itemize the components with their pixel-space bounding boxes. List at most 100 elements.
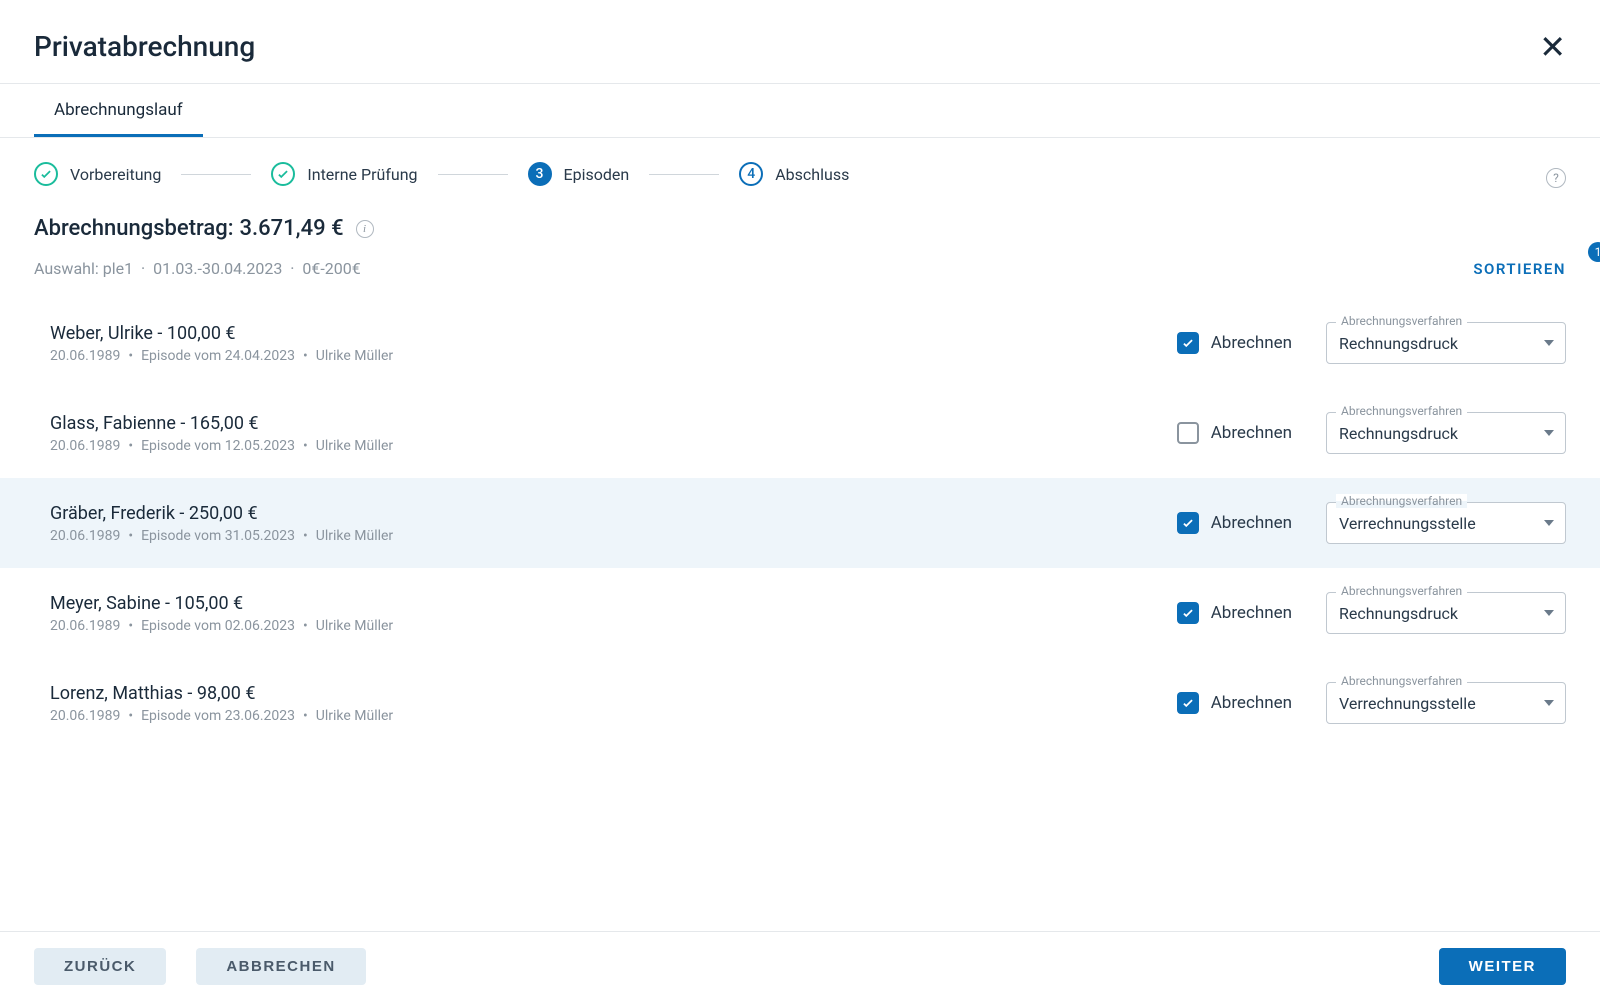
episode-birth: 20.06.1989 [50, 438, 120, 454]
back-button[interactable]: ZURÜCK [34, 948, 166, 985]
episode-row[interactable]: Meyer, Sabine - 105,00 € 20.06.1989 • Ep… [0, 568, 1600, 658]
episode-date: Episode vom 31.05.2023 [141, 528, 295, 544]
episode-date: Episode vom 12.05.2023 [141, 438, 295, 454]
check-circle-icon [34, 162, 58, 186]
episode-subtitle: 20.06.1989 • Episode vom 24.04.2023 • Ul… [50, 348, 1177, 364]
episode-birth: 20.06.1989 [50, 348, 120, 364]
chevron-down-icon [1544, 520, 1554, 526]
billing-method-select[interactable]: Abrechnungsverfahren Rechnungsdruck [1326, 322, 1566, 364]
select-floating-label: Abrechnungsverfahren [1336, 584, 1467, 598]
episode-title: Glass, Fabienne - 165,00 € [50, 413, 1177, 434]
select-floating-label: Abrechnungsverfahren [1336, 404, 1467, 418]
episode-info: Lorenz, Matthias - 98,00 € 20.06.1989 • … [50, 683, 1177, 724]
step-abschluss[interactable]: 4 Abschluss [739, 162, 849, 186]
abrechnen-checkbox-wrap: Abrechnen [1177, 692, 1292, 714]
filter-period: 01.03.-30.04.2023 [153, 259, 282, 278]
close-icon[interactable]: ✕ [1539, 31, 1566, 63]
episode-title: Gräber, Frederik - 250,00 € [50, 503, 1177, 524]
step-episoden[interactable]: 3 Episoden [528, 162, 630, 186]
step-connector [649, 174, 719, 175]
episode-row[interactable]: Weber, Ulrike - 100,00 € 20.06.1989 • Ep… [0, 298, 1600, 388]
chevron-down-icon [1544, 700, 1554, 706]
filter-summary: Auswahl: ple1 · 01.03.-30.04.2023 · 0€-2… [34, 259, 361, 278]
episode-staff: Ulrike Müller [316, 708, 393, 724]
billing-method-select[interactable]: Abrechnungsverfahren Rechnungsdruck [1326, 592, 1566, 634]
info-icon[interactable]: i [356, 220, 374, 238]
episode-controls: Abrechnen Abrechnungsverfahren Verrechnu… [1177, 682, 1566, 724]
billing-method-select[interactable]: Abrechnungsverfahren Verrechnungsstelle [1326, 502, 1566, 544]
checkbox-label: Abrechnen [1211, 603, 1292, 623]
select-value: Verrechnungsstelle [1326, 682, 1566, 724]
episode-birth: 20.06.1989 [50, 618, 120, 634]
episode-subtitle: 20.06.1989 • Episode vom 23.06.2023 • Ul… [50, 708, 1177, 724]
select-value: Rechnungsdruck [1326, 412, 1566, 454]
amount-value: 3.671,49 € [240, 216, 344, 241]
chevron-down-icon [1544, 430, 1554, 436]
checkbox-label: Abrechnen [1211, 333, 1292, 353]
abrechnen-checkbox-wrap: Abrechnen [1177, 422, 1292, 444]
chevron-down-icon [1544, 610, 1554, 616]
abrechnen-checkbox-wrap: Abrechnen [1177, 332, 1292, 354]
episode-date: Episode vom 24.04.2023 [141, 348, 295, 364]
episode-title: Meyer, Sabine - 105,00 € [50, 593, 1177, 614]
select-value: Rechnungsdruck [1326, 592, 1566, 634]
episode-row[interactable]: Gräber, Frederik - 250,00 € 20.06.1989 •… [0, 478, 1600, 568]
step-vorbereitung[interactable]: Vorbereitung [34, 162, 161, 186]
episode-staff: Ulrike Müller [316, 618, 393, 634]
checkbox-label: Abrechnen [1211, 423, 1292, 443]
episode-subtitle: 20.06.1989 • Episode vom 02.06.2023 • Ul… [50, 618, 1177, 634]
step-number-icon: 4 [739, 162, 763, 186]
episode-date: Episode vom 23.06.2023 [141, 708, 295, 724]
step-label: Abschluss [775, 165, 849, 184]
step-number-icon: 3 [528, 162, 552, 186]
episode-row[interactable]: Glass, Fabienne - 165,00 € 20.06.1989 • … [0, 388, 1600, 478]
episode-row[interactable]: Lorenz, Matthias - 98,00 € 20.06.1989 • … [0, 658, 1600, 748]
stepper: Vorbereitung Interne Prüfung 3 Episoden … [0, 138, 1600, 188]
episode-info: Glass, Fabienne - 165,00 € 20.06.1989 • … [50, 413, 1177, 454]
checkbox-label: Abrechnen [1211, 693, 1292, 713]
abrechnen-checkbox[interactable] [1177, 422, 1199, 444]
next-button[interactable]: WEITER [1439, 948, 1566, 985]
step-connector [181, 174, 251, 175]
episode-birth: 20.06.1989 [50, 708, 120, 724]
billing-method-select[interactable]: Abrechnungsverfahren Rechnungsdruck [1326, 412, 1566, 454]
summary-section: Abrechnungsbetrag: 3.671,49 € i Auswahl:… [0, 188, 1600, 278]
episode-subtitle: 20.06.1989 • Episode vom 12.05.2023 • Ul… [50, 438, 1177, 454]
tab-abrechnungslauf[interactable]: Abrechnungslauf [34, 84, 203, 137]
select-floating-label: Abrechnungsverfahren [1336, 674, 1467, 688]
episode-list: Weber, Ulrike - 100,00 € 20.06.1989 • Ep… [0, 298, 1600, 748]
filter-prefix: Auswahl: [34, 259, 99, 278]
checkbox-label: Abrechnen [1211, 513, 1292, 533]
abrechnen-checkbox[interactable] [1177, 512, 1199, 534]
episode-staff: Ulrike Müller [316, 438, 393, 454]
cancel-button[interactable]: ABBRECHEN [196, 948, 365, 985]
episode-subtitle: 20.06.1989 • Episode vom 31.05.2023 • Ul… [50, 528, 1177, 544]
step-label: Vorbereitung [70, 165, 161, 184]
abrechnen-checkbox[interactable] [1177, 602, 1199, 624]
help-icon[interactable]: ? [1546, 168, 1566, 188]
select-value: Rechnungsdruck [1326, 322, 1566, 364]
billing-method-select[interactable]: Abrechnungsverfahren Verrechnungsstelle [1326, 682, 1566, 724]
episode-controls: Abrechnen Abrechnungsverfahren Verrechnu… [1177, 502, 1566, 544]
chevron-down-icon [1544, 340, 1554, 346]
step-interne-pruefung[interactable]: Interne Prüfung [271, 162, 417, 186]
select-value: Verrechnungsstelle [1326, 502, 1566, 544]
step-label: Episoden [564, 165, 630, 184]
episode-birth: 20.06.1989 [50, 528, 120, 544]
sort-button[interactable]: SORTIEREN [1473, 260, 1566, 278]
abrechnen-checkbox[interactable] [1177, 332, 1199, 354]
filter-selection: ple1 [103, 259, 133, 278]
episode-controls: Abrechnen Abrechnungsverfahren Rechnungs… [1177, 322, 1566, 364]
episode-info: Weber, Ulrike - 100,00 € 20.06.1989 • Ep… [50, 323, 1177, 364]
abrechnen-checkbox[interactable] [1177, 692, 1199, 714]
episode-title: Weber, Ulrike - 100,00 € [50, 323, 1177, 344]
episode-date: Episode vom 02.06.2023 [141, 618, 295, 634]
step-connector [438, 174, 508, 175]
step-label: Interne Prüfung [307, 165, 417, 184]
episode-staff: Ulrike Müller [316, 348, 393, 364]
amount-label: Abrechnungsbetrag: [34, 216, 234, 241]
header-bar: Privatabrechnung ✕ [0, 0, 1600, 84]
select-floating-label: Abrechnungsverfahren [1336, 314, 1467, 328]
tabs: Abrechnungslauf [0, 84, 1600, 138]
check-circle-icon [271, 162, 295, 186]
